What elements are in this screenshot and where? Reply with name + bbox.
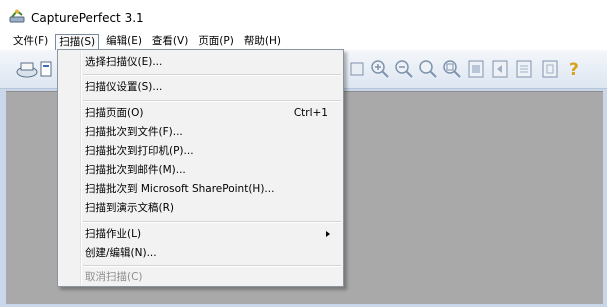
menu-help[interactable]: 帮助(H) [241,34,284,49]
menu-separator [83,221,341,223]
menu-item-scan-batch-file[interactable]: 扫描批次到文件(F)... [85,123,340,141]
last-page-icon[interactable] [540,59,560,79]
help-icon[interactable]: ? [564,59,584,79]
title-bar: CapturePerfect 3.1 [0,0,607,33]
menu-view[interactable]: 查看(V) [149,34,191,49]
menu-item-cancel-scan: 取消扫描(C) [85,271,143,283]
next-page-icon[interactable] [514,59,534,79]
menu-bar: 文件(F) 扫描(S) 编辑(E) 查看(V) 页面(P) 帮助(H) [0,33,607,50]
menu-item-select-scanner[interactable]: 选择扫描仪(E)... [85,53,340,71]
menu-item-scan-batch-printer[interactable]: 扫描批次到打印机(P)... [85,142,340,160]
menu-item-scan-batch-sharepoint[interactable]: 扫描批次到 Microsoft SharePoint(H)... [85,180,340,198]
first-page-icon[interactable] [466,59,486,79]
menu-item-scan-page[interactable]: 扫描页面(O) Ctrl+1 [85,104,340,122]
scanner-app-icon [8,8,26,26]
zoom-100-icon[interactable] [418,59,438,79]
window-title: CapturePerfect 3.1 [31,10,144,25]
menu-item-scan-job[interactable]: 扫描作业(L) [85,225,340,243]
menu-file[interactable]: 文件(F) [10,34,51,49]
copy-icon[interactable] [40,59,52,79]
menu-separator [83,100,341,102]
scanner-icon[interactable] [14,59,40,79]
menu-item-scan-presentation[interactable]: 扫描到演示文稿(R) [85,199,340,217]
menu-item-scanner-settings[interactable]: 扫描仪设置(S)... [85,78,340,96]
zoom-out-icon[interactable] [394,59,414,79]
scan-menu-dropdown: 选择扫描仪(E)... 扫描仪设置(S)... 扫描页面(O) Ctrl+1 扫… [57,49,344,287]
zoom-in-icon[interactable] [370,59,390,79]
menu-scan[interactable]: 扫描(S) [55,34,100,50]
menu-item-scan-batch-mail[interactable]: 扫描批次到邮件(M)... [85,161,340,179]
menu-edit[interactable]: 编辑(E) [103,34,145,49]
submenu-arrow-icon [326,231,330,237]
menu-page[interactable]: 页面(P) [195,34,237,49]
menu-item-create-edit[interactable]: 创建/编辑(N)... [85,244,340,262]
menu-separator [83,265,341,267]
app-window: CapturePerfect 3.1 文件(F) 扫描(S) 编辑(E) 查看(… [0,0,607,307]
svg-text:?: ? [569,60,579,79]
menu-separator [83,74,341,76]
zoom-fit-icon[interactable] [442,59,462,79]
copy-icon[interactable] [347,59,367,79]
prev-page-icon[interactable] [490,59,510,79]
shortcut-text: Ctrl+1 [293,107,328,119]
